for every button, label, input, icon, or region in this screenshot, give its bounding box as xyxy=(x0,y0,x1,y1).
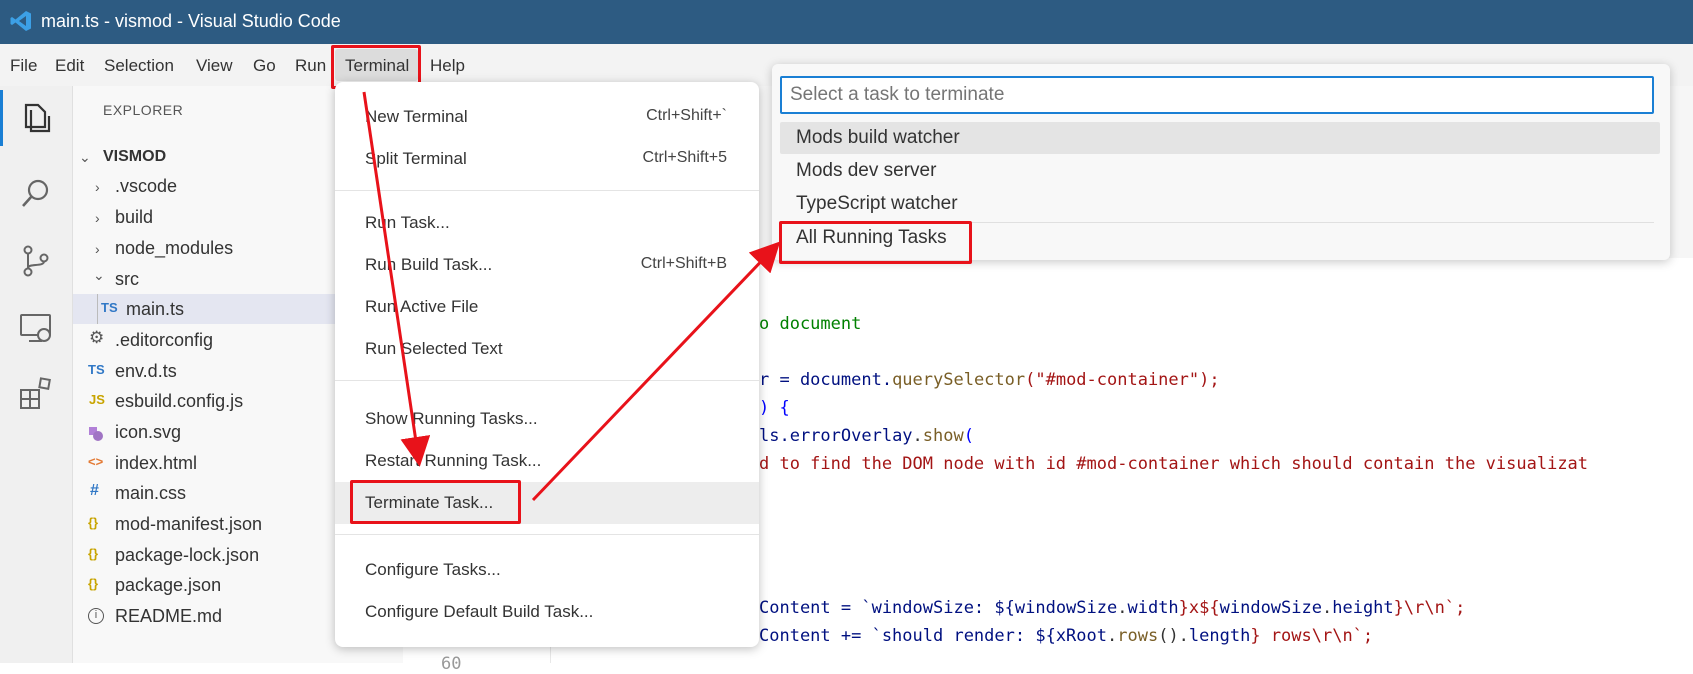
menu-run[interactable]: Run xyxy=(295,56,326,76)
explorer-icon[interactable] xyxy=(18,99,54,135)
menu-run-build-task[interactable]: Run Build Task... Ctrl+Shift+B xyxy=(335,244,759,286)
menu-file[interactable]: File xyxy=(10,56,37,76)
menu-run-selected-text[interactable]: Run Selected Text xyxy=(335,328,759,370)
menu-split-terminal[interactable]: Split Terminal Ctrl+Shift+5 xyxy=(335,138,759,180)
code-line: d to find the DOM node with id #mod-cont… xyxy=(759,454,1589,474)
json-file-icon: {} xyxy=(88,515,99,530)
menu-selection[interactable]: Selection xyxy=(104,56,174,76)
css-file-icon: # xyxy=(90,482,99,499)
code-line: r = document.querySelector("#mod-contain… xyxy=(759,370,1220,390)
explorer-header: EXPLORER xyxy=(103,102,184,118)
task-filter-input[interactable] xyxy=(780,76,1654,114)
highlight-all-running-tasks xyxy=(779,221,972,264)
html-file-icon: <> xyxy=(88,454,104,469)
typescript-file-icon: TS xyxy=(101,300,118,315)
svg-file-icon xyxy=(89,425,103,441)
vscode-logo-icon xyxy=(10,11,31,31)
quick-pick-item[interactable]: TypeScript watcher xyxy=(780,188,1660,220)
code-line: Content = `windowSize: ${windowSize.widt… xyxy=(759,598,1466,618)
quick-pick-item[interactable]: Mods dev server xyxy=(780,155,1660,187)
remote-explorer-icon[interactable] xyxy=(18,310,54,346)
extensions-icon[interactable] xyxy=(18,376,54,412)
quick-pick-item[interactable]: Mods build watcher xyxy=(780,122,1660,154)
code-comment: o document xyxy=(759,314,862,334)
title-bar: main.ts - vismod - Visual Studio Code xyxy=(0,0,1693,44)
json-file-icon: {} xyxy=(88,546,99,561)
code-line: ls.errorOverlay.show( xyxy=(759,426,974,446)
window-title: main.ts - vismod - Visual Studio Code xyxy=(41,11,341,31)
chevron-right-icon: › xyxy=(95,179,100,195)
menu-view[interactable]: View xyxy=(196,56,233,76)
json-file-icon: {} xyxy=(88,576,99,591)
menu-go[interactable]: Go xyxy=(253,56,276,76)
line-number: 60 xyxy=(441,654,462,674)
source-control-icon[interactable] xyxy=(18,243,54,279)
menu-configure-tasks[interactable]: Configure Tasks... xyxy=(335,549,759,591)
menu-run-active-file[interactable]: Run Active File xyxy=(335,286,759,328)
menu-separator xyxy=(335,380,759,381)
menu-show-running-tasks[interactable]: Show Running Tasks... xyxy=(335,398,759,440)
gear-icon: ⚙ xyxy=(89,328,105,347)
code-line: ) { xyxy=(759,398,790,418)
activity-bar xyxy=(0,86,73,663)
code-line: Content += `should render: ${xRoot.rows(… xyxy=(759,626,1374,646)
search-icon[interactable] xyxy=(18,176,54,212)
javascript-file-icon: JS xyxy=(89,392,105,407)
menu-new-terminal[interactable]: New Terminal Ctrl+Shift+` xyxy=(335,96,759,138)
terminal-menu: New Terminal Ctrl+Shift+` Split Terminal C… xyxy=(335,82,759,647)
chevron-down-icon: ⌄ xyxy=(79,149,91,165)
chevron-right-icon: › xyxy=(95,210,100,226)
menu-restart-running-task[interactable]: Restart Running Task... xyxy=(335,440,759,482)
menu-run-task[interactable]: Run Task... xyxy=(335,202,759,244)
info-icon: i xyxy=(88,608,104,624)
chevron-right-icon: › xyxy=(95,241,100,257)
menu-help[interactable]: Help xyxy=(430,56,465,76)
menu-configure-default-build-task[interactable]: Configure Default Build Task... xyxy=(335,591,759,633)
highlight-terminate-task xyxy=(350,480,521,524)
menu-separator xyxy=(335,190,759,191)
chevron-down-icon: ⌄ xyxy=(93,267,105,283)
active-indicator xyxy=(0,90,3,146)
menu-edit[interactable]: Edit xyxy=(55,56,84,76)
typescript-file-icon: TS xyxy=(88,362,105,377)
menu-separator xyxy=(335,534,759,535)
